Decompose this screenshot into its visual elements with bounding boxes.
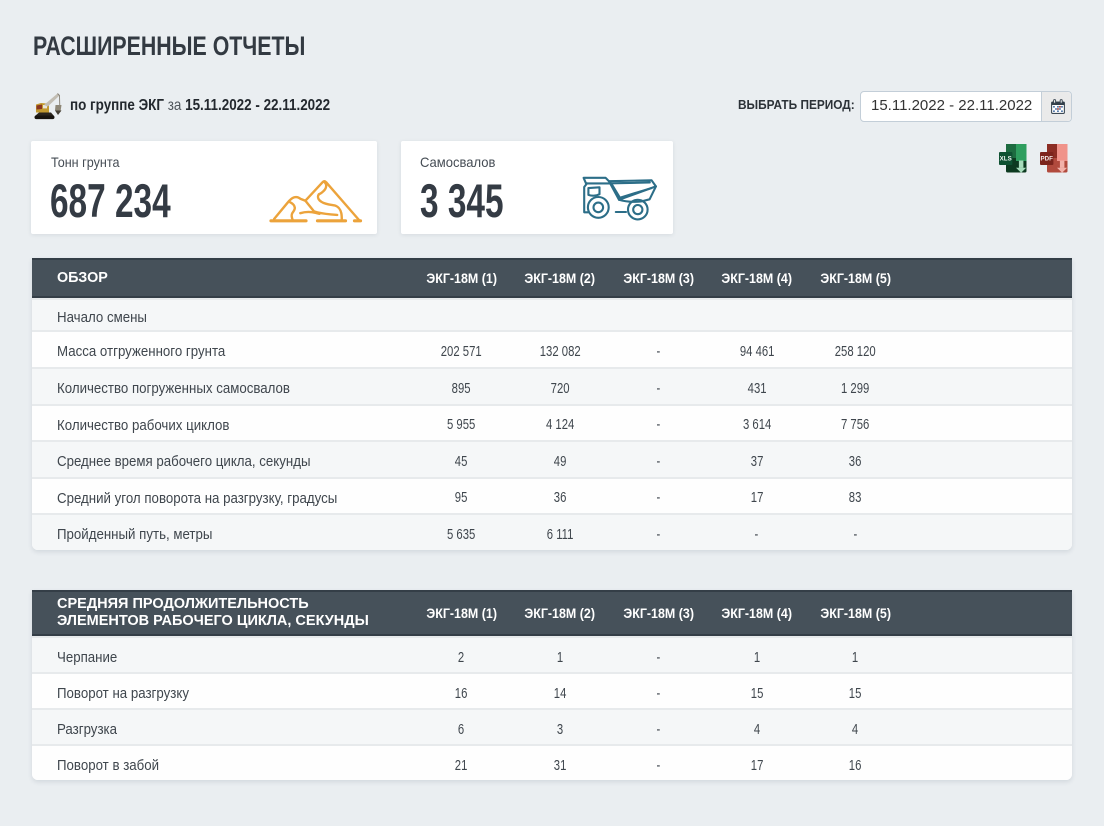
svg-text:PDF: PDF (1041, 156, 1054, 163)
svg-text:XLS: XLS (1000, 156, 1012, 163)
